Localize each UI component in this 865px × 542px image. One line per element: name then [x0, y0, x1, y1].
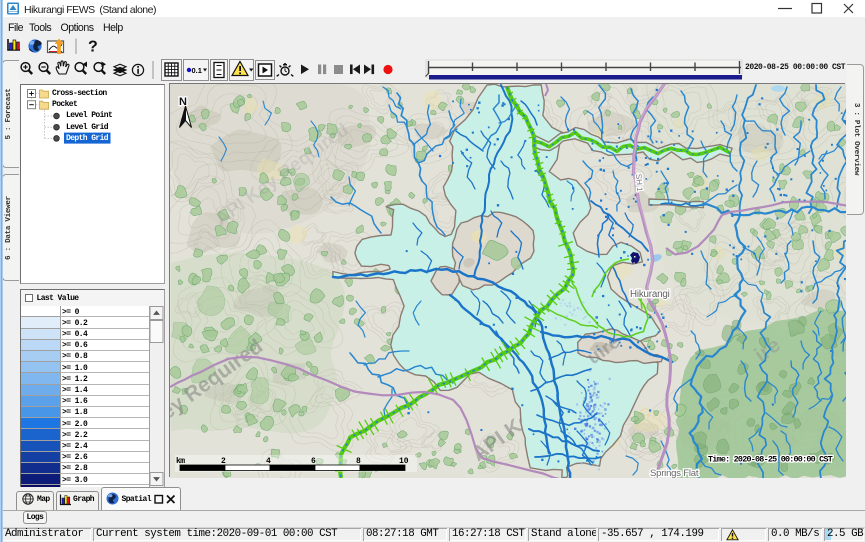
svg-text:8: 8 — [356, 457, 361, 466]
svg-text:6: 6 — [311, 457, 316, 466]
svg-text:10: 10 — [399, 457, 409, 466]
svg-text:Time: 2020-08-25 00:00:00 CST: Time: 2020-08-25 00:00:00 CST — [708, 455, 833, 465]
svg-text:Springs Flat: Springs Flat — [650, 468, 699, 478]
svg-text:?: ? — [88, 39, 98, 56]
svg-text:4: 4 — [266, 457, 271, 466]
svg-text:Hikurangi: Hikurangi — [630, 289, 670, 300]
svg-text:0.1: 0.1 — [192, 66, 202, 75]
svg-text:2: 2 — [221, 457, 226, 466]
svg-text:SH 1: SH 1 — [634, 174, 644, 193]
svg-text:km: km — [176, 457, 185, 466]
